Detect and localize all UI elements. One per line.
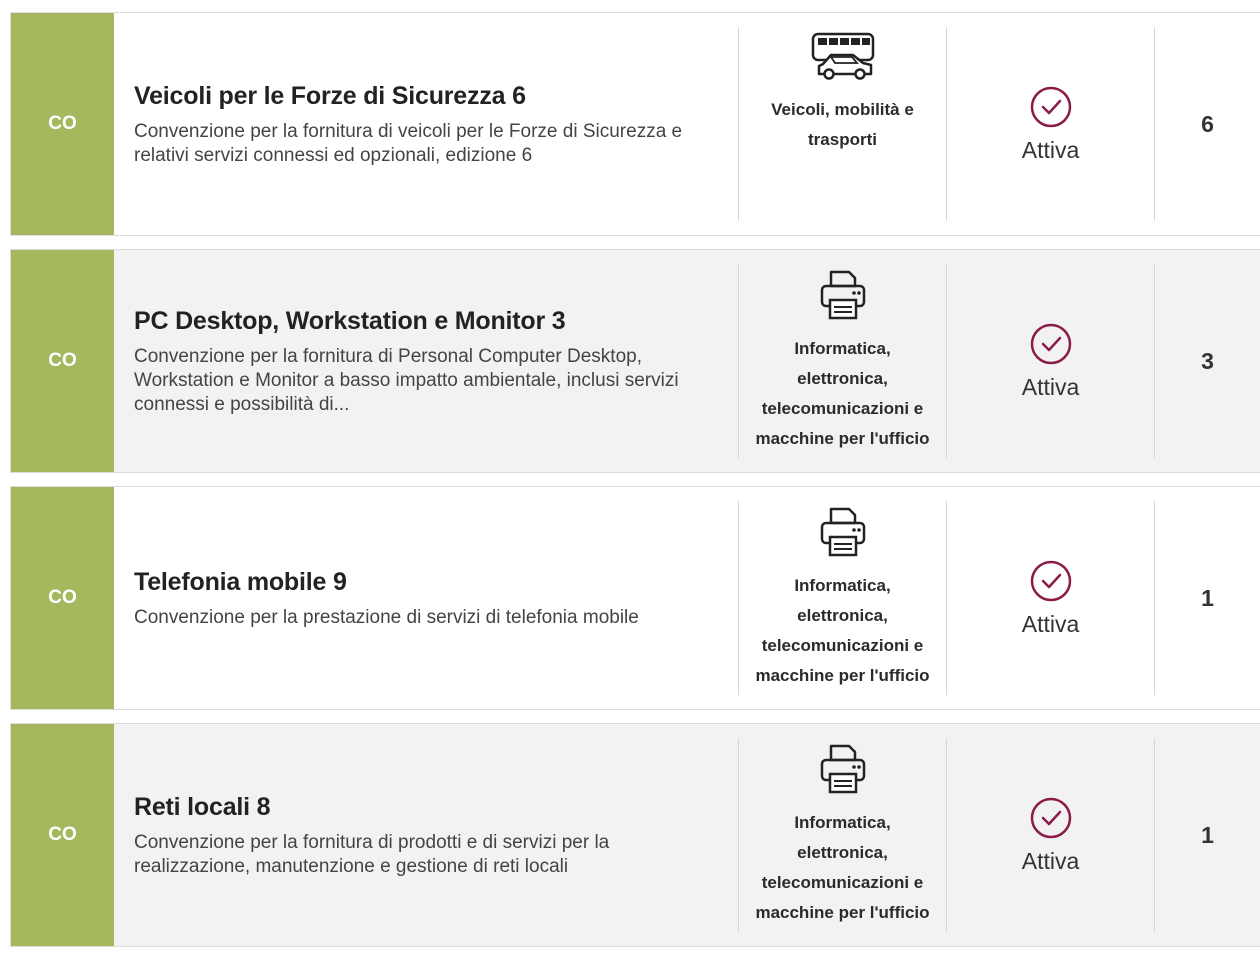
category-cell: Informatica, elettronica, telecomunicazi…: [739, 724, 946, 946]
check-circle-icon: [1030, 86, 1071, 127]
count-value: 3: [1201, 347, 1214, 374]
check-circle-icon: [1030, 797, 1071, 838]
type-tag: CO: [11, 724, 114, 946]
status-label: Attiva: [1021, 373, 1080, 400]
status-label: Attiva: [1021, 136, 1080, 163]
item-title[interactable]: Telefonia mobile 9: [134, 566, 720, 598]
category-label: Informatica, elettronica, telecomunicazi…: [755, 576, 930, 685]
item-title[interactable]: PC Desktop, Workstation e Monitor 3: [134, 305, 720, 337]
status-label: Attiva: [1021, 847, 1080, 874]
printer-icon: [820, 270, 865, 320]
type-tag: CO: [11, 13, 114, 235]
item-description: Convenzione per la prestazione di serviz…: [134, 607, 639, 628]
category-cell: Informatica, elettronica, telecomunicazi…: [739, 250, 946, 472]
type-tag: CO: [11, 250, 114, 472]
item-description: Convenzione per la fornitura di Personal…: [134, 346, 679, 415]
check-circle-icon: [1030, 560, 1071, 601]
count-value: 1: [1201, 584, 1214, 611]
status-label: Attiva: [1021, 610, 1080, 637]
category-label: Veicoli, mobilità e trasporti: [771, 100, 914, 149]
status-cell: Attiva: [947, 724, 1154, 946]
item-info: Veicoli per le Forze di Sicurezza 6 Conv…: [114, 13, 738, 235]
item-info: Telefonia mobile 9 Convenzione per la pr…: [114, 487, 738, 709]
list-item[interactable]: CO Telefonia mobile 9 Convenzione per la…: [10, 486, 1260, 710]
category-label: Informatica, elettronica, telecomunicazi…: [755, 339, 930, 448]
item-title[interactable]: Reti locali 8: [134, 791, 720, 823]
item-info: Reti locali 8 Convenzione per la fornitu…: [114, 724, 738, 946]
list-item[interactable]: CO PC Desktop, Workstation e Monitor 3 C…: [10, 249, 1260, 473]
category-cell: Veicoli, mobilità e trasporti: [739, 13, 946, 235]
category-label: Informatica, elettronica, telecomunicazi…: [755, 813, 930, 922]
agreement-list: CO Veicoli per le Forze di Sicurezza 6 C…: [10, 12, 1260, 960]
item-description: Convenzione per la fornitura di veicoli …: [134, 121, 683, 166]
item-title[interactable]: Veicoli per le Forze di Sicurezza 6: [134, 80, 720, 112]
status-cell: Attiva: [947, 250, 1154, 472]
printer-icon: [820, 507, 865, 557]
category-cell: Informatica, elettronica, telecomunicazi…: [739, 487, 946, 709]
type-tag: CO: [11, 487, 114, 709]
printer-icon: [820, 744, 865, 794]
status-cell: Attiva: [947, 13, 1154, 235]
count-value: 6: [1201, 110, 1214, 137]
list-item[interactable]: CO Reti locali 8 Convenzione per la forn…: [10, 723, 1260, 947]
count-value: 1: [1201, 821, 1214, 848]
status-cell: Attiva: [947, 487, 1154, 709]
check-circle-icon: [1030, 323, 1071, 364]
bus-car-icon: [811, 32, 874, 80]
item-info: PC Desktop, Workstation e Monitor 3 Conv…: [114, 250, 738, 472]
list-item[interactable]: CO Veicoli per le Forze di Sicurezza 6 C…: [10, 12, 1260, 236]
item-description: Convenzione per la fornitura di prodotti…: [134, 832, 610, 877]
